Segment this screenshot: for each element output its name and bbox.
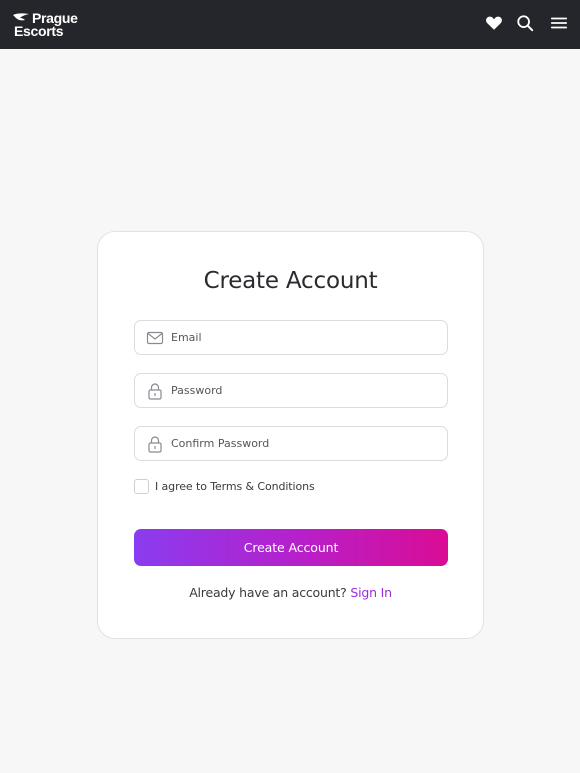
terms-prefix: I agree to: [155, 479, 211, 493]
lock-icon: [148, 436, 162, 453]
confirm-password-input[interactable]: [171, 427, 441, 460]
logo-text-line2: Escorts: [14, 23, 64, 39]
page-title: Create Account: [203, 268, 378, 294]
signin-link[interactable]: Sign In: [350, 585, 392, 600]
create-account-card: Create Account I agree to Terms & Condit…: [97, 231, 484, 639]
menu-icon[interactable]: [550, 14, 570, 34]
email-input[interactable]: [171, 321, 441, 354]
site-logo[interactable]: Prague Escorts: [12, 10, 82, 40]
password-field[interactable]: [134, 373, 448, 408]
heart-icon[interactable]: [485, 14, 505, 34]
email-field[interactable]: [134, 320, 448, 355]
signin-prompt-text: Already have an account?: [189, 585, 351, 600]
terms-agreement: I agree to Terms & Conditions: [134, 478, 315, 494]
signin-prompt: Already have an account? Sign In: [98, 585, 483, 600]
top-navbar: Prague Escorts: [0, 0, 580, 49]
terms-label: I agree to Terms & Conditions: [155, 480, 315, 493]
create-account-button[interactable]: Create Account: [134, 529, 448, 566]
terms-checkbox[interactable]: [134, 478, 149, 494]
envelope-icon: [146, 331, 164, 345]
terms-link[interactable]: Terms & Conditions: [210, 480, 314, 493]
password-input[interactable]: [171, 374, 441, 407]
lock-icon: [148, 383, 162, 400]
search-icon[interactable]: [516, 14, 536, 34]
confirm-password-field[interactable]: [134, 426, 448, 461]
